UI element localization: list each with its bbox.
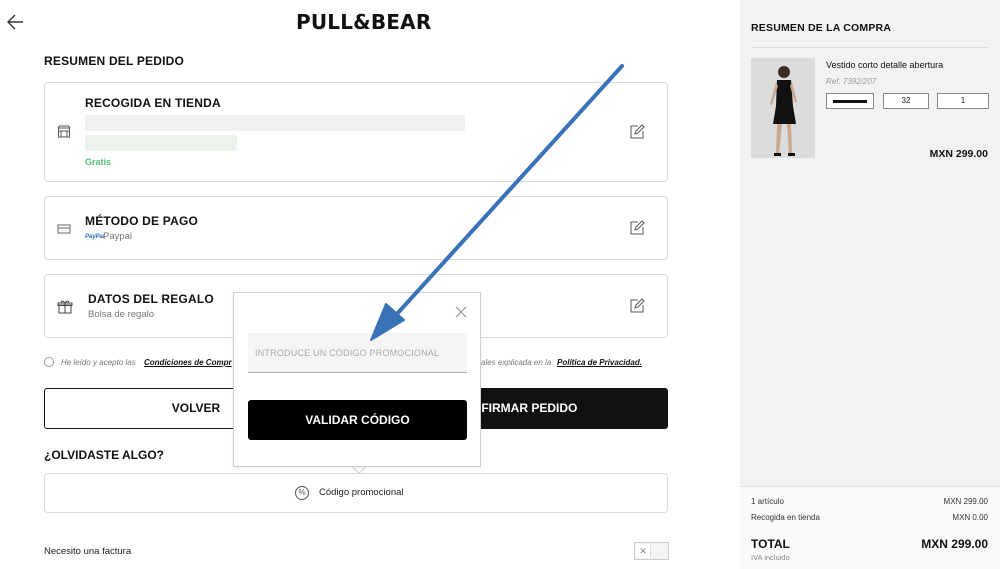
pickup-cost-value: MXN 0.00	[952, 513, 988, 522]
store-icon	[57, 125, 71, 138]
pickup-price: Gratis	[85, 157, 112, 167]
product-ref: Ref. 7392/207	[826, 77, 877, 86]
pickup-title: RECOGIDA EN TIENDA	[85, 96, 221, 110]
product-quantity: 1	[937, 93, 989, 109]
edit-gift-icon[interactable]	[629, 298, 645, 314]
product-image[interactable]	[751, 58, 815, 158]
tax-note: IVA incluido	[751, 553, 790, 562]
gift-title: DATOS DEL REGALO	[88, 292, 214, 306]
items-subtotal: MXN 299.00	[943, 497, 988, 506]
toggle-off-icon: ✕	[636, 544, 651, 558]
credit-card-icon	[57, 224, 71, 234]
gift-icon	[57, 300, 73, 314]
privacy-link[interactable]: Política de Privacidad.	[557, 358, 642, 367]
divider	[751, 47, 989, 48]
percent-icon: %	[295, 486, 309, 500]
total-label: TOTAL	[751, 537, 790, 551]
edit-payment-icon[interactable]	[629, 220, 645, 236]
product-size: 32	[883, 93, 929, 109]
purchase-summary-panel: RESUMEN DE LA COMPRA Vestido corto detal…	[740, 0, 1000, 569]
blurred-address-line	[85, 135, 237, 151]
blurred-address	[85, 115, 465, 131]
gift-detail: Bolsa de regalo	[88, 309, 155, 320]
purchase-summary-title: RESUMEN DE LA COMPRA	[751, 22, 892, 34]
invoice-label: Necesito una factura	[44, 546, 132, 557]
terms-prefix: He leído y acepto las	[61, 358, 136, 367]
pickup-card: RECOGIDA EN TIENDA Gratis	[44, 82, 668, 182]
product-color-swatch	[826, 93, 874, 109]
close-icon[interactable]	[455, 306, 467, 318]
promo-code-input[interactable]	[248, 333, 467, 373]
product-price: MXN 299.00	[929, 148, 988, 160]
conditions-link[interactable]: Condiciones de Compr	[144, 358, 232, 367]
payment-title: MÉTODO DE PAGO	[85, 214, 199, 228]
total-value: MXN 299.00	[921, 537, 988, 551]
payment-card: MÉTODO DE PAGO PayPal Paypal	[44, 196, 668, 260]
edit-pickup-icon[interactable]	[629, 124, 645, 140]
order-totals: 1 artículo MXN 299.00 Recogida en tienda…	[740, 486, 1000, 569]
paypal-logo: PayPal	[85, 234, 105, 240]
promo-code-row[interactable]: % Código promocional	[44, 473, 668, 513]
invoice-toggle[interactable]: ✕	[634, 542, 669, 560]
promo-code-label: Código promocional	[319, 487, 404, 498]
items-count-row: 1 artículo MXN 299.00	[751, 497, 988, 506]
pickup-cost-row: Recogida en tienda MXN 0.00	[751, 513, 988, 522]
order-summary-title: RESUMEN DEL PEDIDO	[44, 54, 185, 68]
terms-middle: ales explicada en la	[481, 358, 552, 367]
brand-logo[interactable]: PULL&BEAR	[296, 10, 431, 34]
payment-method: Paypal	[103, 231, 133, 242]
forgot-title: ¿OLVIDASTE ALGO?	[44, 448, 164, 462]
back-arrow-icon[interactable]	[6, 12, 26, 32]
pickup-cost-label: Recogida en tienda	[751, 513, 820, 522]
items-count-label: 1 artículo	[751, 497, 784, 506]
terms-radio[interactable]	[44, 357, 54, 367]
product-name[interactable]: Vestido corto detalle abertura	[826, 60, 943, 70]
validate-code-button[interactable]: VALIDAR CÓDIGO	[248, 400, 467, 440]
promo-code-popup: VALIDAR CÓDIGO	[233, 292, 481, 467]
